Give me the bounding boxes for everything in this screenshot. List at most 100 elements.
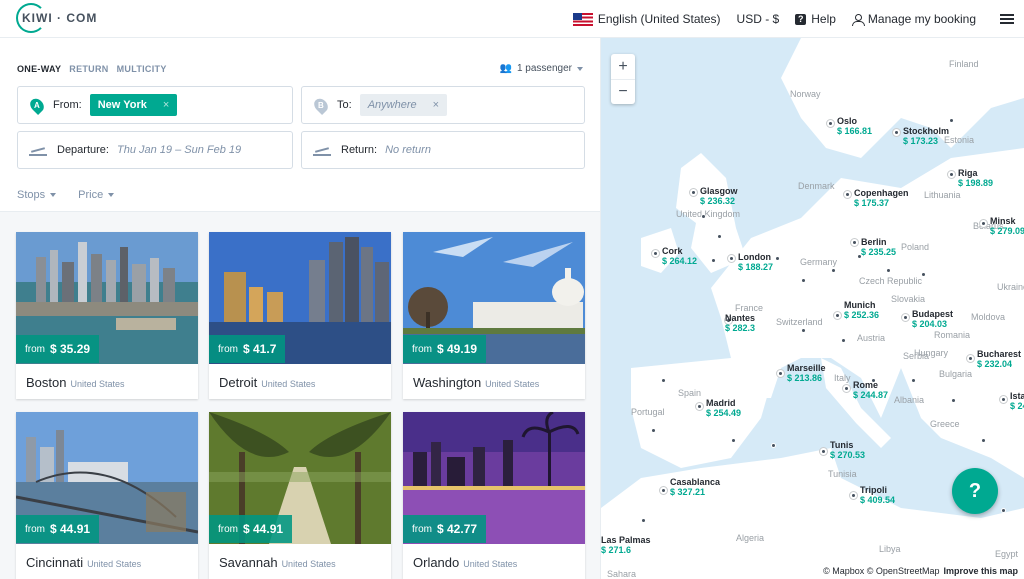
city-label-minsk[interactable]: Minsk $ 279.09 (990, 216, 1024, 236)
city-pin-budapest[interactable] (901, 313, 910, 322)
departure-field[interactable]: Departure: Thu Jan 19 – Sun Feb 19 (17, 131, 293, 169)
city-pin-glasgow[interactable] (689, 188, 698, 197)
attribution-text[interactable]: © Mapbox © OpenStreetMap (823, 566, 939, 576)
map-dot[interactable] (771, 443, 776, 448)
city-pin-berlin[interactable] (850, 238, 859, 247)
city-pin-tripoli[interactable] (849, 491, 858, 500)
from-chip[interactable]: New York × (89, 94, 178, 116)
map-dot[interactable] (701, 214, 706, 219)
map-dot[interactable] (641, 518, 646, 523)
city-label-istanbul[interactable]: Istan$ 242 (1010, 391, 1024, 411)
destinations-map[interactable]: Finland Norway Estonia Denmark Lithuania… (601, 38, 1024, 579)
destination-card-boston[interactable]: from $ 35.29 Boston United States (16, 232, 198, 399)
map-dot[interactable] (831, 268, 836, 273)
map-dot[interactable] (841, 338, 846, 343)
remove-from-icon[interactable]: × (163, 99, 169, 111)
card-city: Washington (413, 375, 482, 390)
destination-card-orlando[interactable]: from $ 42.77 Orlando United States (403, 412, 585, 579)
from-label: from (218, 343, 238, 355)
card-country: United States (463, 559, 518, 569)
city-pin-istanbul[interactable] (999, 395, 1008, 404)
map-dot[interactable] (951, 398, 956, 403)
kiwi-logo[interactable]: KIWI · COM (16, 3, 96, 33)
improve-map-link[interactable]: Improve this map (943, 566, 1018, 576)
city-pin-oslo[interactable] (826, 119, 835, 128)
map-dot[interactable] (886, 268, 891, 273)
city-pin-cork[interactable] (651, 249, 660, 258)
city-label-london[interactable]: London $ 188.27 (738, 252, 773, 272)
region-label: Norway (790, 89, 821, 99)
city-label-berlin[interactable]: Berlin $ 235.25 (861, 237, 896, 257)
destination-card-cincinnati[interactable]: from $ 44.91 Cincinnati United States (16, 412, 198, 579)
city-price: $ 188.27 (738, 262, 774, 272)
manage-booking-link[interactable]: Manage my booking (851, 12, 976, 26)
city-pin-riga[interactable] (947, 170, 956, 179)
from-field[interactable]: A From: New York × (17, 86, 293, 124)
chevron-down-icon (108, 193, 115, 197)
passengers-dropdown[interactable]: 👥 1 passenger (500, 63, 583, 74)
city-label-munich[interactable]: Munich $ 252.36 (844, 300, 879, 320)
map-dot[interactable] (711, 258, 716, 263)
city-pin-casablanca[interactable] (659, 486, 668, 495)
map-dot[interactable] (949, 118, 954, 123)
city-label-tripoli[interactable]: Tripoli $ 409.54 (860, 485, 895, 505)
to-field[interactable]: B To: Anywhere × (301, 86, 585, 124)
tab-multicity[interactable]: MULTICITY (117, 64, 167, 74)
city-label-marseille[interactable]: Marseille $ 213.86 (787, 363, 826, 383)
city-label-tunis[interactable]: Tunis $ 270.53 (830, 440, 865, 460)
map-dot[interactable] (801, 278, 806, 283)
map-dot[interactable] (911, 378, 916, 383)
city-pin-rome[interactable] (842, 384, 851, 393)
city-label-rome[interactable]: Rome $ 244.87 (853, 380, 888, 400)
city-pin-london[interactable] (727, 254, 736, 263)
city-label-madrid[interactable]: Madrid $ 254.49 (706, 398, 741, 418)
zoom-out-button[interactable]: − (611, 79, 635, 104)
city-pin-stockholm[interactable] (892, 128, 901, 137)
to-chip[interactable]: Anywhere × (359, 94, 448, 116)
map-dot[interactable] (731, 438, 736, 443)
city-label-oslo[interactable]: Oslo $ 166.81 (837, 116, 872, 136)
destination-card-savannah[interactable]: from $ 44.91 Savannah United States (209, 412, 391, 579)
city-pin-madrid[interactable] (695, 402, 704, 411)
destination-card-detroit[interactable]: from $ 41.7 Detroit United States (209, 232, 391, 399)
to-chip-label: Anywhere (367, 99, 417, 111)
city-label-copenhagen[interactable]: Copenhagen $ 175.37 (854, 188, 909, 208)
city-pin-minsk[interactable] (979, 219, 988, 228)
map-dot[interactable] (801, 328, 806, 333)
help-chat-button[interactable]: ? (952, 468, 998, 514)
remove-to-icon[interactable]: × (433, 99, 439, 111)
tab-one-way[interactable]: ONE-WAY (17, 64, 61, 74)
city-label-stockholm[interactable]: Stockholm $ 173.23 (903, 126, 949, 146)
city-pin-tunis[interactable] (819, 447, 828, 456)
city-label-bucharest[interactable]: Bucharest $ 232.04 (977, 349, 1021, 369)
city-pin-bucharest[interactable] (966, 354, 975, 363)
city-label-riga[interactable]: Riga $ 198.89 (958, 168, 993, 188)
map-dot[interactable] (981, 438, 986, 443)
language-selector[interactable]: English (United States) (572, 12, 721, 26)
map-dot[interactable] (651, 428, 656, 433)
map-dot[interactable] (775, 256, 780, 261)
city-label-nantes[interactable]: Nantes $ 282.3 (725, 313, 755, 333)
city-label-las-palmas[interactable]: Las Palmas $ 271.6 (601, 535, 651, 555)
destination-card-washington[interactable]: from $ 49.19 Washington United States (403, 232, 585, 399)
city-pin-marseille[interactable] (776, 369, 785, 378)
city-label-cork[interactable]: Cork $ 264.12 (662, 246, 697, 266)
zoom-in-button[interactable]: + (611, 54, 635, 79)
stops-filter[interactable]: Stops (17, 189, 57, 201)
city-pin-munich[interactable] (833, 311, 842, 320)
help-link[interactable]: ? Help (795, 12, 836, 26)
city-label-casablanca[interactable]: Casablanca $ 327.21 (670, 477, 720, 497)
map-dot[interactable] (921, 272, 926, 277)
map-dot[interactable] (1001, 508, 1006, 513)
tab-return[interactable]: RETURN (69, 64, 108, 74)
city-pin-copenhagen[interactable] (843, 190, 852, 199)
hamburger-menu-icon[interactable] (1000, 14, 1014, 24)
return-field[interactable]: Return: No return (301, 131, 585, 169)
map-dot[interactable] (717, 234, 722, 239)
currency-selector[interactable]: USD - $ (737, 12, 780, 26)
city-label-glasgow[interactable]: Glasgow $ 236.32 (700, 186, 738, 206)
from-label: from (25, 343, 45, 355)
map-dot[interactable] (661, 378, 666, 383)
city-label-budapest[interactable]: Budapest $ 204.03 (912, 309, 953, 329)
price-filter[interactable]: Price (78, 189, 115, 201)
